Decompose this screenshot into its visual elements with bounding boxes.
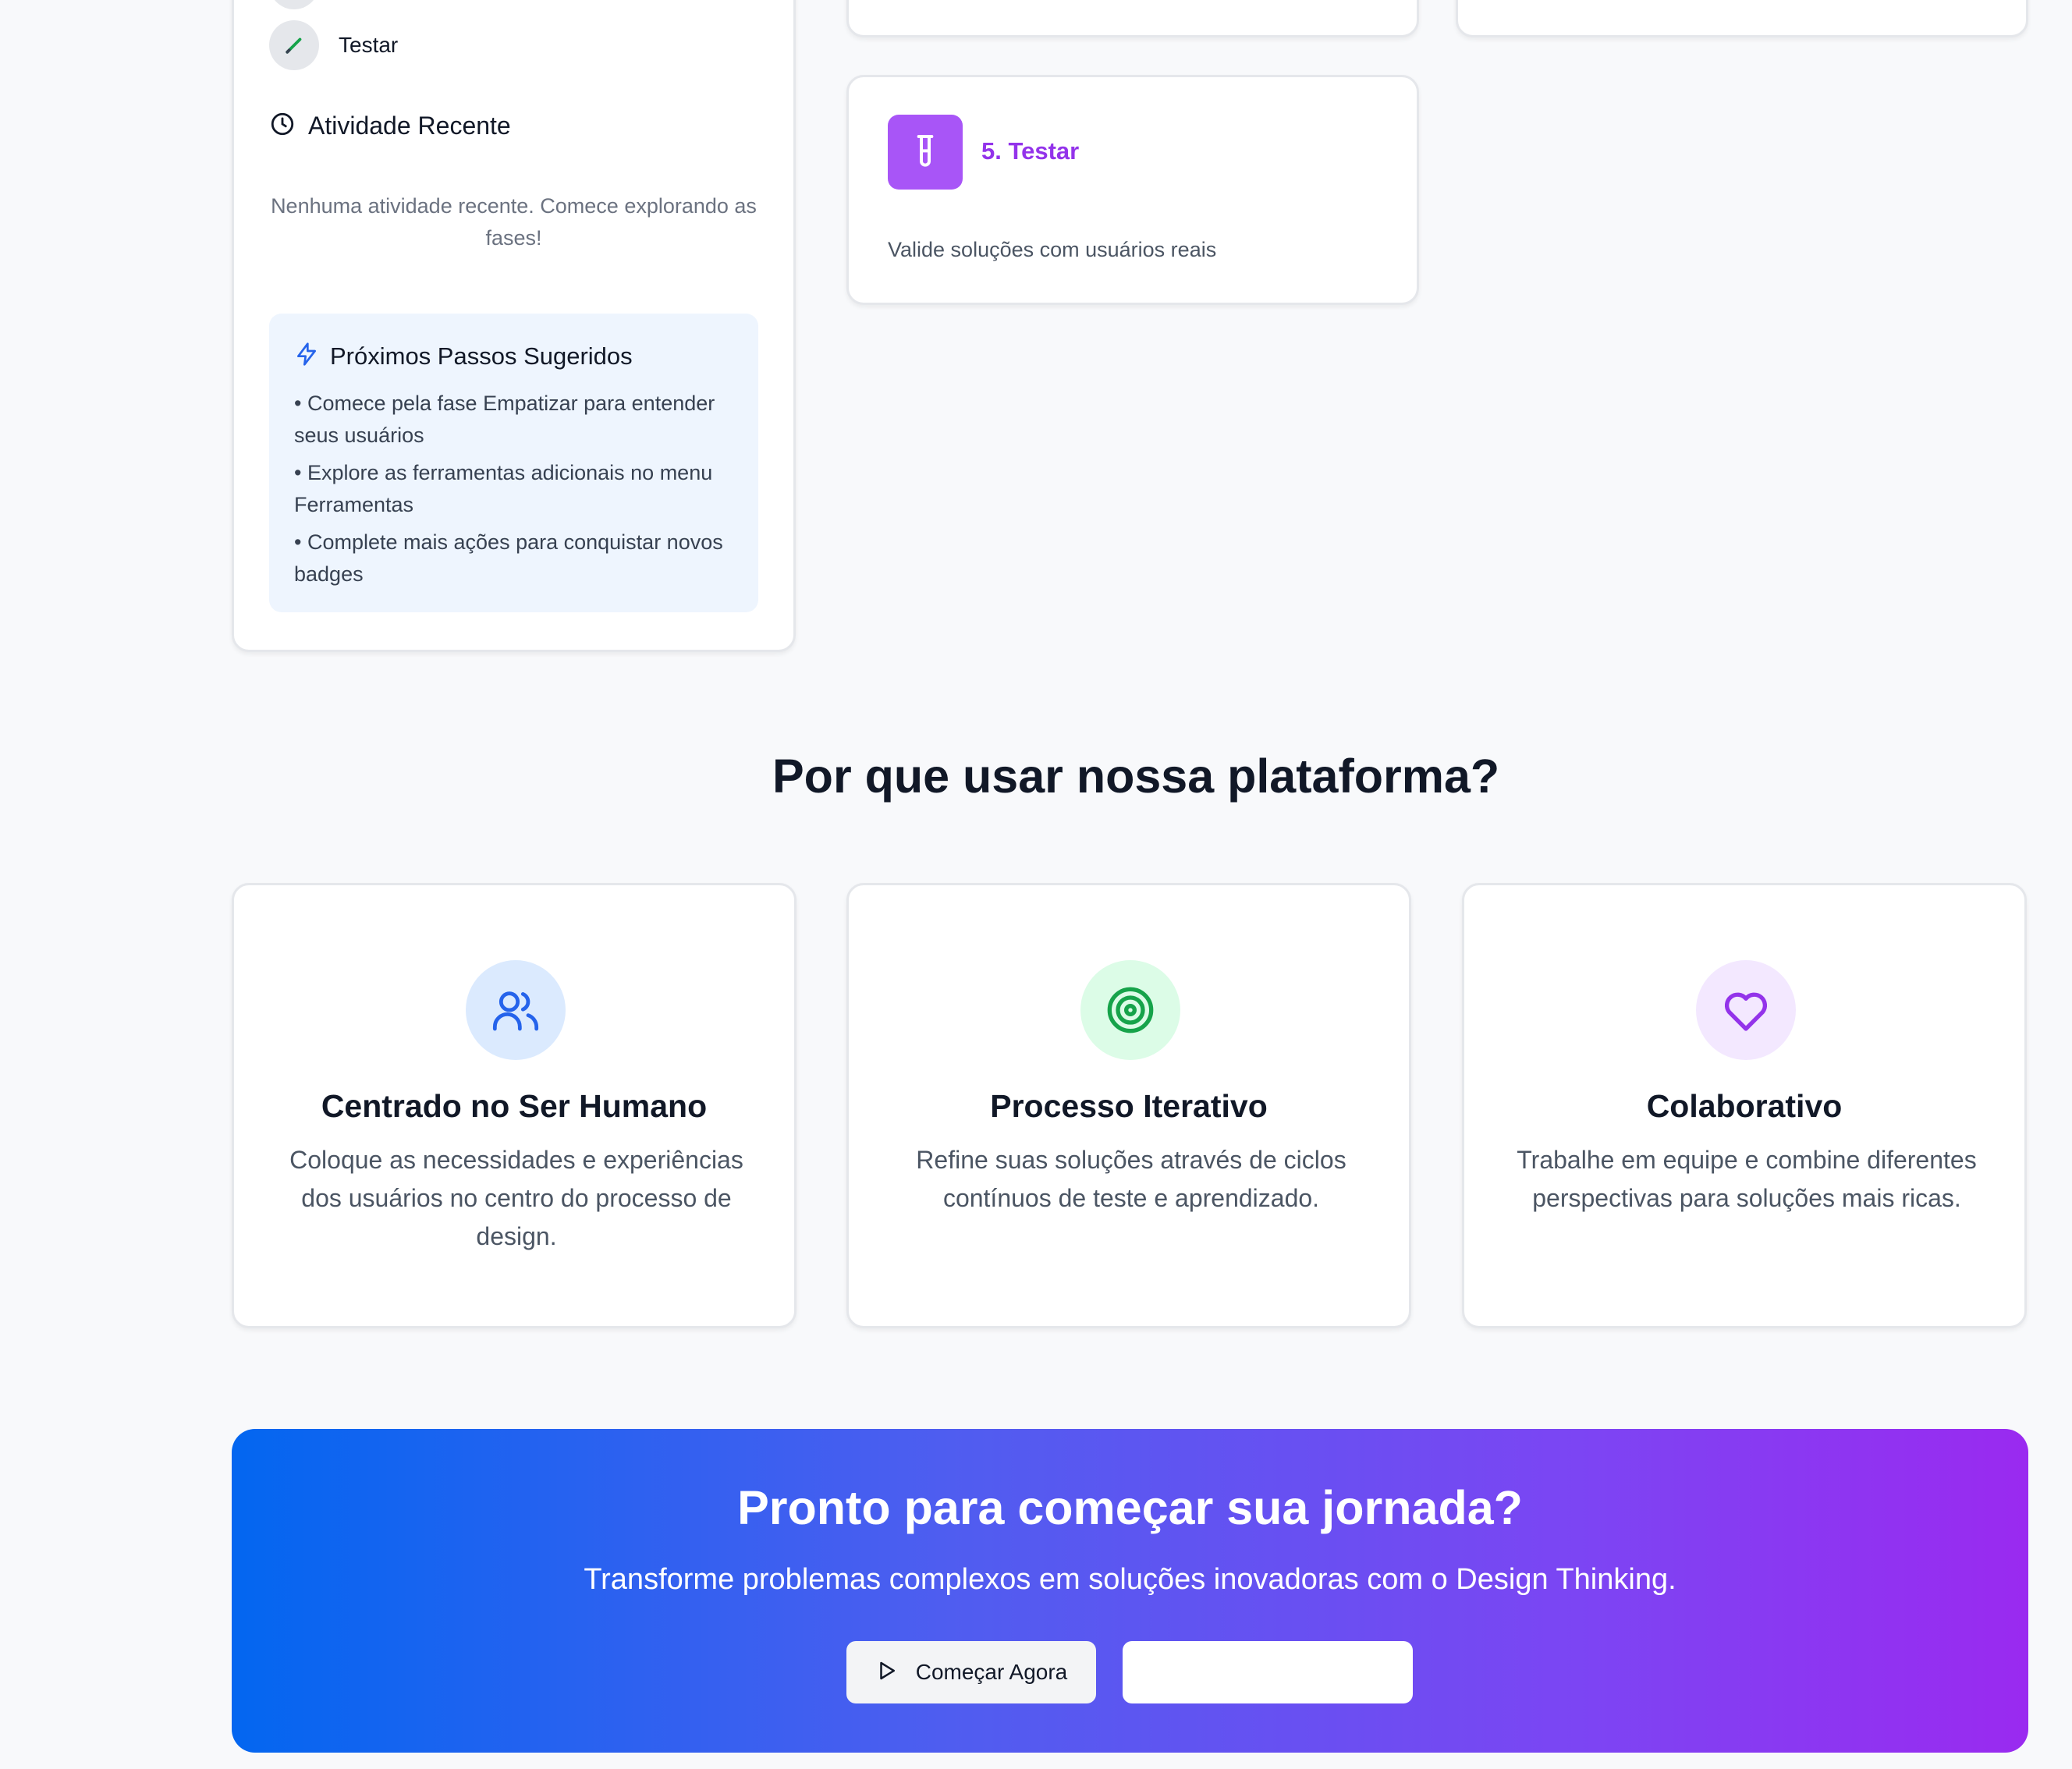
phase-card-description: Valide soluções com usuários reais <box>888 238 1217 261</box>
feature-description: Trabalhe em equipe e combine diferentes … <box>1517 1146 1977 1212</box>
list-item: • Comece pela fase Empatizar para entend… <box>294 392 715 447</box>
list-item: • Complete mais ações para conquistar no… <box>294 530 723 586</box>
pencil-icon <box>269 20 319 70</box>
section-title: Por que usar nossa plataforma? <box>772 750 1500 803</box>
cta-subtitle: Transforme problemas complexos em soluçõ… <box>584 1563 1676 1596</box>
feature-title: Centrado no Ser Humano <box>321 1088 708 1124</box>
secondary-button[interactable] <box>1123 1641 1413 1703</box>
phase-card[interactable] <box>1456 0 2028 37</box>
recent-activity-title: Atividade Recente <box>308 112 511 140</box>
feature-title: Colaborativo <box>1646 1088 1843 1124</box>
recent-activity-heading: Atividade Recente <box>269 111 511 141</box>
start-now-label: Começar Agora <box>915 1660 1068 1684</box>
phase-item-testar[interactable]: Testar <box>269 20 398 70</box>
feature-card-human: Centrado no Ser Humano Coloque as necess… <box>232 883 797 1328</box>
play-icon <box>875 1659 899 1686</box>
next-steps-title: Próximos Passos Sugeridos <box>330 342 633 370</box>
clock-icon <box>269 111 296 141</box>
lightning-icon <box>294 342 319 370</box>
users-icon <box>466 960 566 1060</box>
phase-card[interactable] <box>846 0 1419 37</box>
phase-card-testar[interactable]: 5. Testar Valide soluções com usuários r… <box>846 75 1419 305</box>
list-item: • Explore as ferramentas adicionais no m… <box>294 461 713 516</box>
target-icon <box>1080 960 1180 1060</box>
feature-description: Refine suas soluções através de ciclos c… <box>916 1146 1346 1212</box>
recent-activity-empty: Nenhuma atividade recente. Comece explor… <box>271 194 757 250</box>
cta-title: Pronto para começar sua jornada? <box>737 1481 1523 1534</box>
phase-item-label: Testar <box>339 33 399 57</box>
phase-card-title: 5. Testar <box>981 137 1080 165</box>
feature-card-collaborative: Colaborativo Trabalhe em equipe e combin… <box>1462 883 2027 1328</box>
feature-card-iterative: Processo Iterativo Refine suas soluções … <box>846 883 1411 1328</box>
page: Testar Atividade Recente Nenhuma ativida… <box>0 0 2072 1769</box>
heart-icon <box>1696 960 1796 1060</box>
test-tube-icon <box>888 115 963 190</box>
next-steps-heading: Próximos Passos Sugeridos <box>294 342 733 370</box>
start-now-button[interactable]: Começar Agora <box>846 1641 1096 1703</box>
next-steps-list: • Comece pela fase Empatizar para entend… <box>294 388 733 590</box>
feature-title: Processo Iterativo <box>990 1088 1268 1124</box>
next-steps-box: Próximos Passos Sugeridos • Comece pela … <box>269 314 758 612</box>
cta-banner: Pronto para começar sua jornada? Transfo… <box>232 1429 2028 1753</box>
feature-description: Coloque as necessidades e experiências d… <box>289 1146 743 1250</box>
